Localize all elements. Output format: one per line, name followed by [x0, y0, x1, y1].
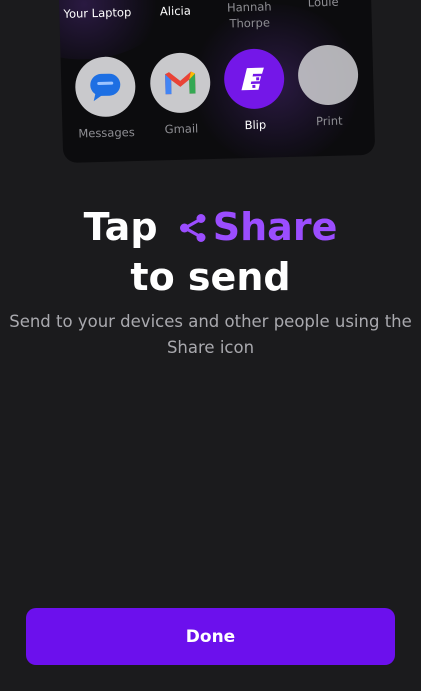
share-icon — [177, 208, 209, 254]
subtitle: Send to your devices and other people us… — [9, 312, 412, 357]
page-title: Tap Share to send — [0, 204, 421, 300]
headline-share-word: Share — [212, 205, 338, 249]
share-target-alicia: Alicia — [135, 2, 215, 20]
print-icon — [297, 44, 359, 106]
headline-line-1: Tap Share — [0, 204, 421, 254]
app-label: Blip — [244, 117, 267, 133]
share-sheet-illustration: Your Laptop Alicia Hannah Thorpe Louie M… — [58, 0, 376, 163]
app-messages: Messages — [65, 56, 147, 142]
app-print: Print — [287, 44, 369, 130]
app-label: Gmail — [164, 121, 199, 137]
gmail-icon — [149, 52, 212, 114]
blip-logo-icon — [223, 48, 285, 110]
app-label: Messages — [78, 125, 135, 141]
share-target-label: Hannah Thorpe — [226, 0, 272, 31]
share-target-your-laptop: Your Laptop — [58, 4, 138, 22]
app-gmail: Gmail — [139, 52, 221, 138]
share-target-hannah-thorpe: Hannah Thorpe — [209, 0, 290, 32]
messages-icon — [74, 56, 137, 118]
share-target-label: Alicia — [159, 3, 191, 19]
headline-prefix: Tap — [83, 205, 158, 249]
share-target-label: Louie — [307, 0, 339, 10]
app-label: Print — [315, 113, 343, 129]
share-target-louie: Louie — [283, 0, 363, 11]
app-blip: Blip — [213, 48, 295, 134]
done-button[interactable]: Done — [26, 608, 395, 665]
headline-line-2: to send — [130, 255, 291, 299]
share-target-label: Your Laptop — [63, 5, 132, 21]
